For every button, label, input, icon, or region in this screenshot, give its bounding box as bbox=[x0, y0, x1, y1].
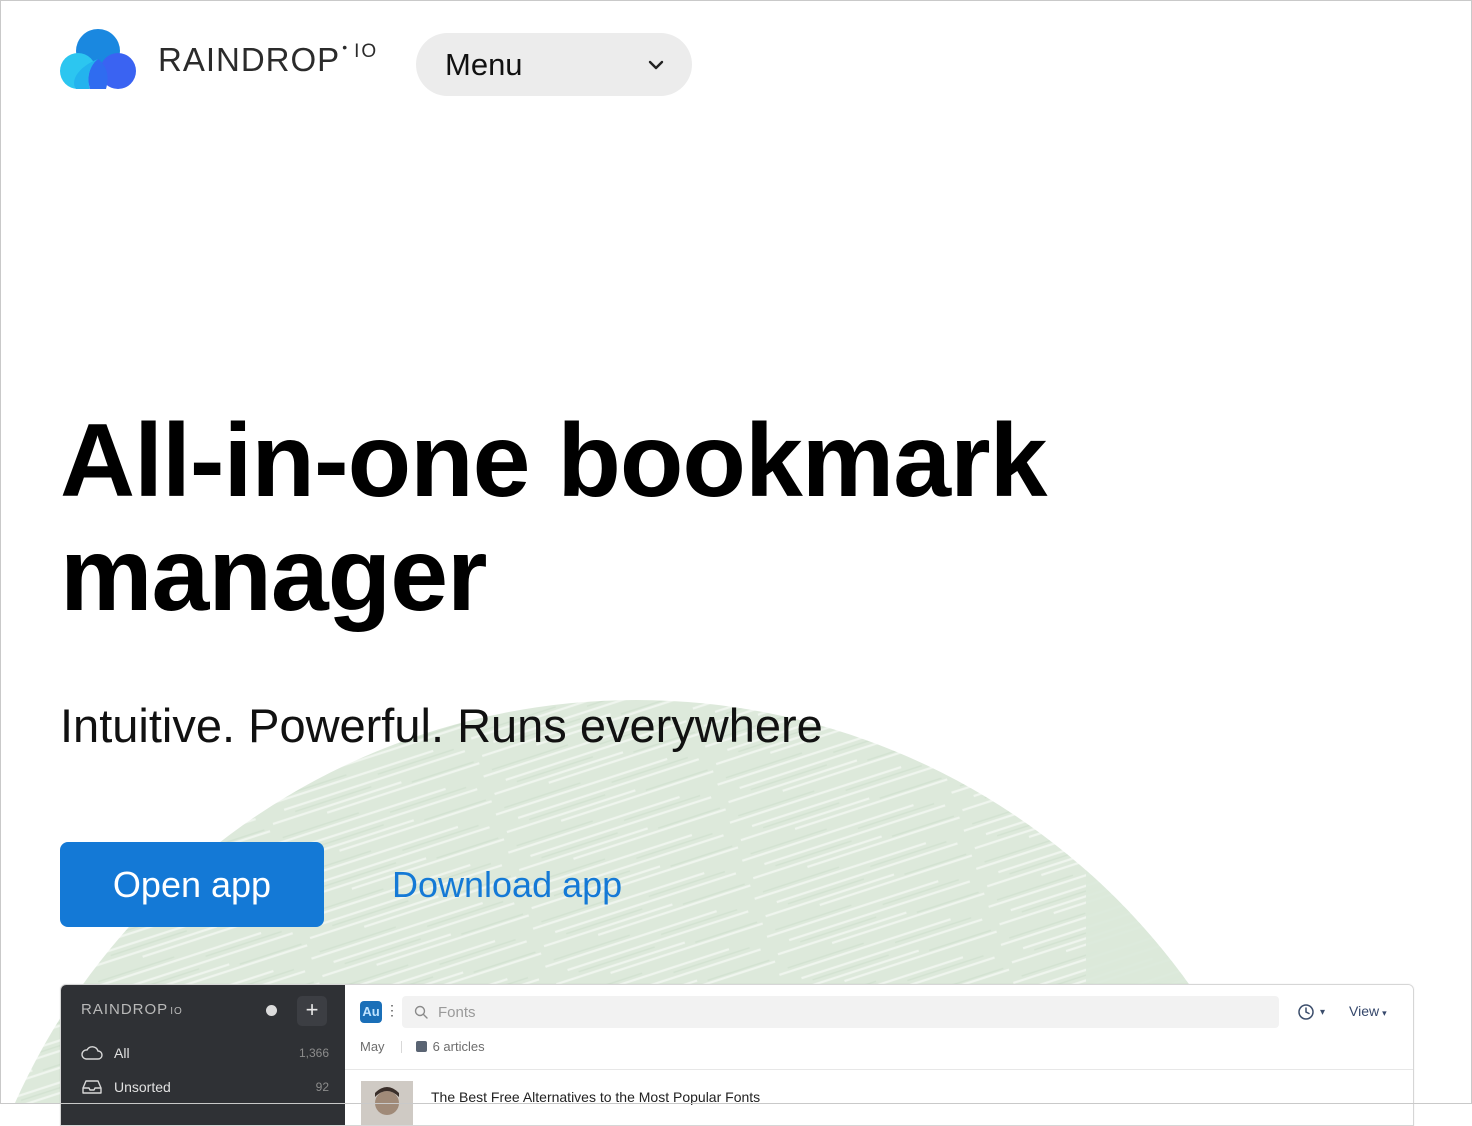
clock-icon bbox=[1298, 1004, 1314, 1020]
raindrop-logo[interactable]: RAINDROP • IO bbox=[60, 28, 390, 92]
add-collection-button[interactable]: + bbox=[297, 996, 327, 1026]
menu-label: Menu bbox=[445, 46, 523, 82]
sidebar-item-label: Unsorted bbox=[114, 1079, 171, 1095]
open-app-button[interactable]: Open app bbox=[60, 842, 324, 927]
inbox-icon bbox=[82, 1080, 102, 1094]
bookmark-title[interactable]: The Best Free Alternatives to the Most P… bbox=[431, 1089, 760, 1105]
raindrop-cloud-logo-icon bbox=[60, 29, 136, 89]
cloud-icon bbox=[81, 1046, 103, 1060]
caret-down-icon: ▾ bbox=[1382, 1008, 1387, 1018]
sidebar-item-label: All bbox=[114, 1045, 130, 1061]
menu-dropdown-button[interactable]: Menu bbox=[416, 33, 692, 96]
view-button[interactable]: View ▾ bbox=[1349, 1003, 1387, 1019]
sidebar-item-all[interactable]: All 1,366 bbox=[81, 1040, 329, 1066]
logo-wordmark: RAINDROP • IO bbox=[158, 39, 379, 79]
chevron-down-icon bbox=[648, 60, 664, 69]
status-dot bbox=[266, 1005, 277, 1016]
app-brand-word: RAINDROP bbox=[81, 1001, 169, 1018]
app-search-bar[interactable]: Fonts bbox=[402, 996, 1279, 1028]
logo-word: RAINDROP bbox=[158, 41, 341, 78]
articles-count: 6 articles bbox=[432, 1039, 485, 1054]
app-main: Au ⋮ Fonts ▾ View ▾ May 6 articles The B… bbox=[345, 985, 1413, 1125]
caret-down-icon: ▾ bbox=[1320, 1006, 1326, 1018]
more-options-icon[interactable]: ⋮ bbox=[385, 1002, 399, 1019]
view-label: View bbox=[1349, 1003, 1380, 1019]
download-app-link[interactable]: Download app bbox=[392, 842, 622, 927]
app-sidebar: RAINDROP IO + All 1,366 Unsorted 92 bbox=[61, 985, 345, 1125]
divider bbox=[345, 1069, 1413, 1070]
app-brand-suffix: IO bbox=[170, 1006, 183, 1017]
sort-button[interactable]: ▾ bbox=[1297, 1003, 1325, 1021]
hero-subtitle: Intuitive. Powerful. Runs everywhere bbox=[60, 699, 823, 752]
app-preview-window: RAINDROPIO + All 1,366 Unsorted 92 Au ⋮ bbox=[60, 984, 1414, 1126]
logo-dot: • bbox=[342, 39, 349, 55]
date-label: May bbox=[360, 1039, 385, 1054]
collection-subheader: May 6 articles bbox=[360, 1039, 485, 1054]
bookmark-thumbnail bbox=[361, 1081, 413, 1125]
logo-suffix: IO bbox=[354, 41, 379, 62]
search-placeholder: Fonts bbox=[438, 1003, 476, 1021]
hero-title: All-in-one bookmark manager bbox=[60, 403, 1047, 633]
search-icon bbox=[414, 1005, 428, 1019]
article-icon bbox=[415, 1041, 427, 1052]
sidebar-item-count: 92 bbox=[315, 1080, 329, 1094]
sidebar-item-count: 1,366 bbox=[298, 1046, 329, 1060]
app-brand: RAINDROP IO bbox=[81, 1001, 183, 1018]
collection-badge[interactable]: Au bbox=[360, 1001, 382, 1023]
divider bbox=[400, 1040, 402, 1053]
sidebar-item-unsorted[interactable]: Unsorted 92 bbox=[81, 1074, 329, 1100]
